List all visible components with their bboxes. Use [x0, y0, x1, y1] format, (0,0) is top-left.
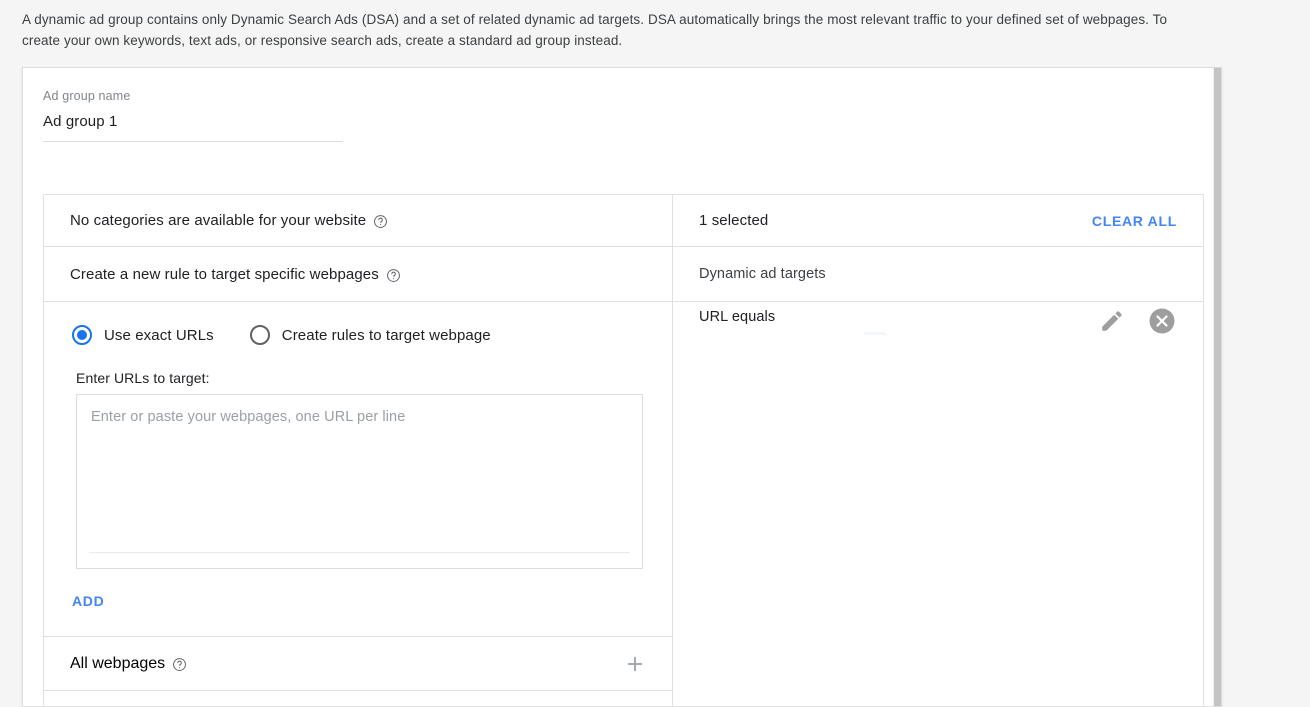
radio-create-rules-label: Create rules to target webpage — [282, 327, 491, 344]
dynamic-ad-targets-label: Dynamic ad targets — [673, 247, 1203, 302]
help-circle-icon[interactable] — [373, 214, 388, 229]
selected-target-row[interactable]: URL equals — [673, 302, 1203, 335]
enter-urls-label: Enter URLs to target: — [76, 370, 646, 386]
card-scrollbar[interactable] — [1213, 68, 1221, 706]
create-rule-label: Create a new rule to target specific web… — [70, 266, 379, 283]
selected-target-actions — [1099, 306, 1177, 335]
close-circle-icon[interactable] — [1147, 306, 1177, 335]
all-webpages-row[interactable]: All webpages — [44, 637, 672, 691]
ad-group-name-input[interactable]: Ad group 1 — [43, 113, 343, 141]
urls-textarea-baseline — [89, 552, 630, 553]
card-scrollbar-thumb[interactable] — [1214, 68, 1221, 706]
help-circle-icon[interactable] — [172, 657, 187, 672]
pencil-icon[interactable] — [1099, 308, 1125, 334]
rule-editor-section: Use exact URLs Create rules to target we… — [44, 302, 672, 637]
intro-description: A dynamic ad group contains only Dynamic… — [22, 9, 1182, 51]
help-circle-icon[interactable] — [386, 268, 401, 283]
ad-group-card: Ad group name Ad group 1 No categories a… — [22, 67, 1222, 707]
add-button[interactable]: ADD — [72, 593, 104, 609]
radio-create-rules[interactable]: Create rules to target webpage — [250, 325, 491, 345]
selected-target-label: URL equals — [699, 309, 775, 325]
radio-indicator-unselected — [250, 325, 270, 345]
selected-targets-pane: 1 selected CLEAR ALL Dynamic ad targets … — [673, 195, 1203, 707]
ad-group-name-field[interactable]: Ad group name Ad group 1 — [43, 89, 343, 142]
radio-use-exact-urls-label: Use exact URLs — [104, 327, 214, 344]
targeting-options-pane: No categories are available for your web… — [44, 195, 673, 707]
urls-textarea-placeholder: Enter or paste your webpages, one URL pe… — [91, 409, 628, 425]
create-rule-row[interactable]: Create a new rule to target specific web… — [44, 247, 672, 302]
no-categories-row[interactable]: No categories are available for your web… — [44, 195, 672, 247]
ad-group-name-underline — [43, 141, 343, 142]
clear-all-button[interactable]: CLEAR ALL — [1092, 213, 1177, 229]
ad-group-name-label: Ad group name — [43, 89, 343, 103]
all-webpages-label: All webpages — [70, 655, 165, 673]
urls-textarea[interactable]: Enter or paste your webpages, one URL pe… — [76, 394, 643, 569]
target-mode-radio-group: Use exact URLs Create rules to target we… — [72, 316, 646, 354]
targeting-panes: No categories are available for your web… — [43, 194, 1204, 707]
radio-use-exact-urls[interactable]: Use exact URLs — [72, 325, 214, 345]
selected-count-label: 1 selected — [699, 212, 768, 229]
radio-indicator-selected — [72, 325, 92, 345]
no-categories-label: No categories are available for your web… — [70, 212, 366, 229]
selected-targets-header: 1 selected CLEAR ALL — [673, 195, 1203, 247]
plus-icon[interactable] — [624, 653, 646, 675]
row-render-artifact-a — [864, 332, 886, 335]
